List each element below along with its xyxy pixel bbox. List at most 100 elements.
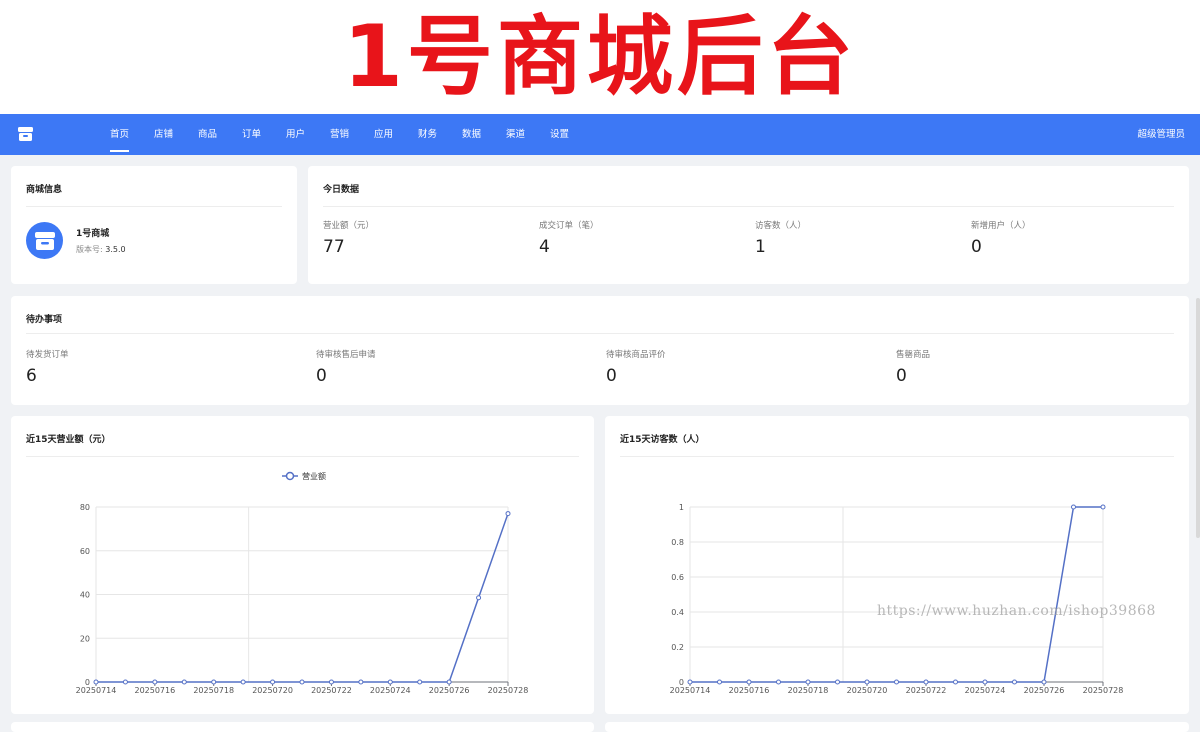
- todo-value[interactable]: 0: [896, 366, 907, 386]
- shop-info-card: 商城信息 1号商城 版本号: 3.5.0: [11, 166, 297, 284]
- top-navigation: 首页 店铺 商品 订单 用户 营销 应用 财务 数据 渠道 设置 超级管理员: [0, 114, 1200, 155]
- nav-channels[interactable]: 渠道: [506, 114, 525, 155]
- legend-marker: [285, 471, 295, 481]
- todo-value[interactable]: 6: [26, 366, 37, 386]
- nav-apps[interactable]: 应用: [374, 114, 393, 155]
- next-card: [11, 722, 594, 732]
- x-tick-label: 20250726: [429, 686, 470, 695]
- nav-store[interactable]: 店铺: [154, 114, 173, 155]
- data-point: [687, 679, 693, 685]
- nav-data[interactable]: 数据: [462, 114, 481, 155]
- y-tick-label: 20: [80, 634, 90, 643]
- nav-marketing[interactable]: 营销: [330, 114, 349, 155]
- series-line: [690, 506, 1103, 683]
- banner-title: 1号商城后台: [343, 7, 857, 107]
- data-point: [387, 679, 393, 685]
- x-tick-label: 20250728: [488, 686, 529, 695]
- stat-value: 4: [539, 237, 550, 257]
- data-point: [1012, 679, 1017, 685]
- todo-label[interactable]: 待发货订单: [26, 348, 69, 360]
- version-number: 3.5.0: [105, 245, 126, 254]
- data-point: [776, 679, 781, 685]
- card-title: 今日数据: [323, 185, 360, 195]
- data-point: [505, 511, 511, 517]
- x-tick-label: 20250716: [729, 686, 770, 695]
- data-point: [152, 679, 158, 685]
- data-point: [1041, 679, 1047, 685]
- today-data-card: 今日数据 营业额（元） 77 成交订单（笔） 4 访客数（人） 1 新增用户（人…: [308, 166, 1189, 284]
- todo-label[interactable]: 待审核商品评价: [606, 348, 666, 360]
- card-title: 待办事项: [26, 315, 63, 325]
- todo-label[interactable]: 待审核售后申请: [316, 348, 376, 360]
- store-logo-icon[interactable]: [17, 126, 34, 142]
- y-tick-label: 1: [679, 503, 684, 512]
- nav-home[interactable]: 首页: [110, 114, 130, 155]
- data-point: [805, 679, 811, 685]
- x-tick-label: 20250722: [906, 686, 947, 695]
- y-tick-label: 0.4: [671, 608, 684, 617]
- data-point: [270, 679, 276, 685]
- data-point: [894, 679, 899, 685]
- stat-label: 成交订单（笔）: [539, 221, 599, 231]
- y-tick-label: 0.6: [671, 573, 684, 582]
- nav-products[interactable]: 商品: [198, 114, 217, 155]
- todo-value[interactable]: 0: [316, 366, 327, 386]
- data-point: [93, 679, 99, 685]
- todo-label[interactable]: 售罄商品: [896, 348, 930, 360]
- data-point: [446, 679, 452, 685]
- stat-value: 1: [755, 237, 766, 257]
- data-point: [835, 679, 840, 685]
- shop-name: 1号商城: [76, 229, 110, 239]
- promo-banner: 1号商城后台: [0, 0, 1200, 114]
- todo-value[interactable]: 0: [606, 366, 617, 386]
- data-point: [211, 679, 217, 685]
- visitors-line-chart: 00.20.40.60.8120250714 20250716 20250718 20…: [670, 503, 1124, 695]
- data-point: [328, 679, 334, 685]
- store-icon: [34, 231, 55, 250]
- todo-card: 待办事项 待发货订单 6 待审核售后申请 0 待审核商品评价 0 售罄商品 0: [11, 296, 1189, 405]
- data-point: [358, 679, 364, 685]
- nav-users[interactable]: 用户: [286, 114, 305, 155]
- version-label: 版本号:: [76, 245, 103, 254]
- series-line: [96, 513, 509, 683]
- revenue-line-chart: 02040608020250714 20250716 20250718 2025072…: [76, 471, 529, 695]
- divider: [26, 333, 1174, 334]
- divider: [323, 206, 1174, 207]
- visitors-chart-card: 近15天访客数（人） 0 0.2 0.4 0.6 0.8 1 20250714 2025071…: [605, 416, 1189, 714]
- x-tick-label: 20250728: [1083, 686, 1124, 695]
- x-tick-label: 20250726: [1024, 686, 1065, 695]
- nav-settings[interactable]: 设置: [550, 114, 569, 155]
- card-title: 商城信息: [26, 185, 63, 195]
- y-tick-label: 0.8: [671, 538, 684, 547]
- y-tick-label: 40: [80, 591, 90, 600]
- watermark-text: https://www.huzhan.com/ishop39868: [877, 603, 1156, 619]
- y-tick-label: 60: [80, 547, 90, 556]
- x-tick-label: 20250724: [965, 686, 1006, 695]
- x-tick-label: 20250722: [311, 686, 352, 695]
- divider: [26, 206, 282, 207]
- stat-value: 0: [971, 237, 982, 257]
- x-tick-label: 20250714: [76, 686, 117, 695]
- x-tick-label: 20250718: [788, 686, 829, 695]
- revenue-chart-card: 近15天营业额（元） 0 20 40 60 80 20250714 20250716 2025…: [11, 416, 594, 714]
- stat-label: 访客数（人）: [755, 221, 807, 231]
- nav-finance[interactable]: 财务: [418, 114, 437, 155]
- admin-user-menu[interactable]: 超级管理员: [1137, 114, 1185, 155]
- x-tick-label: 20250718: [193, 686, 234, 695]
- data-point: [240, 679, 246, 685]
- stat-label: 营业额（元）: [323, 221, 375, 231]
- version-info: 版本号: 3.5.0: [76, 244, 126, 255]
- y-tick-label: 0.2: [671, 643, 684, 652]
- stat-value: 77: [323, 237, 345, 257]
- data-point: [181, 679, 187, 685]
- data-point: [122, 679, 128, 685]
- stat-label: 新增用户（人）: [971, 221, 1031, 231]
- page-scrollbar[interactable]: [1196, 298, 1200, 538]
- data-point: [864, 679, 870, 685]
- shop-avatar: [26, 222, 63, 259]
- nav-orders[interactable]: 订单: [242, 114, 261, 155]
- x-tick-label: 20250716: [134, 686, 175, 695]
- y-tick-label: 80: [80, 503, 90, 512]
- data-point: [417, 679, 423, 685]
- x-tick-label: 20250720: [847, 686, 888, 695]
